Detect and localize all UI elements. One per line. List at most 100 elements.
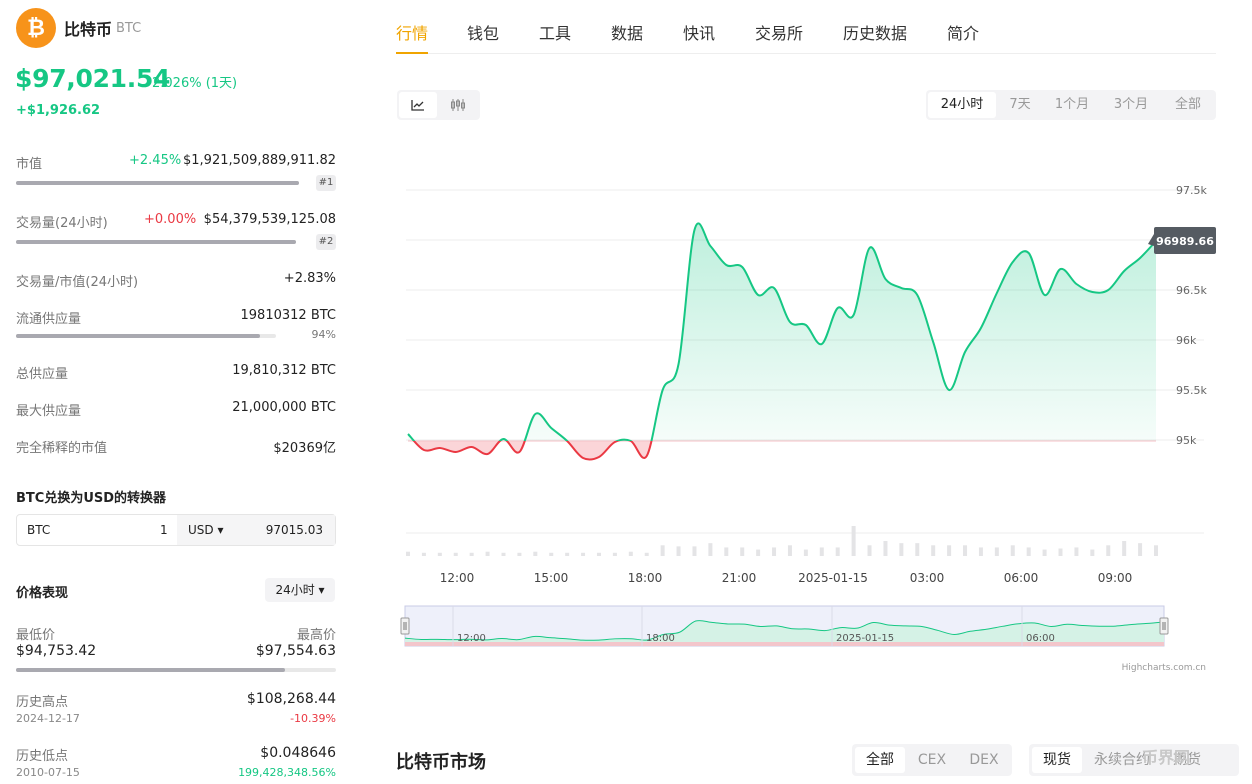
volume-bar bbox=[1106, 545, 1110, 556]
volume-bar bbox=[565, 553, 569, 556]
max-supply-row: 最大供应量 21,000,000 BTC bbox=[16, 400, 336, 420]
volume-bar bbox=[1043, 550, 1047, 556]
volume-bar bbox=[549, 553, 553, 556]
ath-date: 2024-12-17 bbox=[16, 712, 80, 725]
y-tick-label: 96k bbox=[1176, 334, 1197, 347]
circulating-supply-row: 流通供应量 19810312 BTC bbox=[16, 308, 336, 328]
performance-range-dropdown[interactable]: 24小时 ▾ bbox=[265, 578, 335, 602]
total-supply-value: 19,810,312 BTC bbox=[232, 363, 336, 378]
performance-title: 价格表现 bbox=[16, 582, 68, 601]
volume-change: +0.00% bbox=[144, 212, 196, 227]
volume-bar bbox=[852, 526, 856, 556]
scope-dex[interactable]: DEX bbox=[959, 747, 1009, 773]
market-cap-label: 市值 bbox=[16, 153, 42, 172]
volume-bar bbox=[724, 547, 728, 556]
atl-date: 2010-07-15 bbox=[16, 766, 80, 779]
vol-mcap-row: 交易量/市值(24小时) +2.83% bbox=[16, 271, 336, 291]
chart-type-toggle bbox=[397, 90, 480, 120]
volume-bar bbox=[661, 545, 665, 556]
site-watermark: 币界网 bbox=[1142, 744, 1190, 768]
volume-bar bbox=[756, 550, 760, 556]
tab-news[interactable]: 快讯 bbox=[683, 20, 715, 44]
market-type-toggle: 现货 永续合约 期货 bbox=[1029, 744, 1239, 776]
range-7d[interactable]: 7天 bbox=[1000, 92, 1040, 118]
volume-bar bbox=[931, 545, 935, 556]
fdv-label: 完全稀释的市值 bbox=[16, 437, 107, 456]
high-price-label: 最高价 bbox=[297, 624, 336, 643]
max-supply-value: 21,000,000 BTC bbox=[232, 400, 336, 415]
market-cap-bar bbox=[16, 181, 299, 185]
type-spot[interactable]: 现货 bbox=[1032, 747, 1082, 773]
volume-bar bbox=[677, 546, 681, 556]
tab-tools[interactable]: 工具 bbox=[539, 20, 571, 44]
volume-bar bbox=[1154, 545, 1158, 556]
volume-row: 交易量(24小时) +0.00% $54,379,539,125.08 bbox=[16, 212, 336, 232]
volume-bar bbox=[1027, 547, 1031, 556]
converter-currency-select[interactable]: USD ▾ bbox=[188, 523, 223, 537]
tab-exchanges[interactable]: 交易所 bbox=[755, 20, 803, 44]
y-tick-label: 95k bbox=[1176, 434, 1197, 447]
volume-bar bbox=[438, 553, 442, 556]
total-supply-row: 总供应量 19,810,312 BTC bbox=[16, 363, 336, 383]
scope-all[interactable]: 全部 bbox=[855, 747, 905, 773]
vol-mcap-value: +2.83% bbox=[284, 271, 336, 286]
volume-label: 交易量(24小时) bbox=[16, 212, 108, 231]
current-price-tag-label: 96989.66 bbox=[1156, 235, 1214, 248]
market-scope-toggle: 全部 CEX DEX bbox=[852, 744, 1012, 776]
tab-intro[interactable]: 简介 bbox=[947, 20, 979, 44]
navigator-label: 06:00 bbox=[1026, 633, 1055, 644]
range-1m[interactable]: 1个月 bbox=[1046, 92, 1098, 118]
volume-bar bbox=[995, 547, 999, 556]
circulating-supply-value: 19810312 BTC bbox=[241, 308, 336, 323]
volume-bar bbox=[533, 552, 537, 556]
volume-rank-badge: #2 bbox=[316, 234, 336, 250]
converter-title: BTC兑换为USD的转换器 bbox=[16, 487, 166, 506]
volume-bar bbox=[1074, 547, 1078, 556]
total-supply-label: 总供应量 bbox=[16, 363, 68, 382]
tab-history[interactable]: 历史数据 bbox=[843, 20, 907, 44]
navigator-handle[interactable] bbox=[401, 618, 409, 634]
price-range-bar bbox=[16, 668, 336, 672]
fdv-row: 完全稀释的市值 $20369亿 bbox=[16, 437, 336, 457]
scope-cex[interactable]: CEX bbox=[907, 747, 957, 773]
high-price-value: $97,554.63 bbox=[256, 643, 336, 659]
converter: BTC 1 USD ▾ 97015.03 bbox=[16, 514, 336, 546]
main-tabs: 行情 钱包 工具 数据 快讯 交易所 历史数据 简介 bbox=[396, 0, 1216, 54]
converter-result: 97015.03 bbox=[266, 523, 323, 537]
volume-bar bbox=[772, 547, 776, 556]
candlestick-icon[interactable] bbox=[439, 92, 477, 118]
volume-bar bbox=[422, 553, 426, 556]
volume-bar bbox=[613, 553, 617, 556]
tab-data[interactable]: 数据 bbox=[611, 20, 643, 44]
converter-from-symbol: BTC bbox=[27, 523, 50, 537]
y-tick-label: 95.5k bbox=[1176, 384, 1207, 397]
time-range-selector: 24小时 7天 1个月 3个月 全部 bbox=[926, 90, 1216, 120]
market-cap-rank-badge: #1 bbox=[316, 175, 336, 191]
volume-bar bbox=[501, 553, 505, 556]
volume-bar bbox=[692, 546, 696, 556]
volume-bar bbox=[836, 547, 840, 556]
coin-info-panel: ₿ 比特币 BTC $97,021.54 2.026% (1天) +$1,926… bbox=[0, 0, 352, 784]
line-chart-icon[interactable] bbox=[399, 92, 437, 118]
range-3m[interactable]: 3个月 bbox=[1104, 92, 1158, 118]
volume-bar bbox=[820, 547, 824, 556]
tab-market[interactable]: 行情 bbox=[396, 20, 428, 44]
circulating-supply-label: 流通供应量 bbox=[16, 308, 81, 327]
low-price-value: $94,753.42 bbox=[16, 643, 96, 659]
coin-name: 比特币 bbox=[64, 16, 112, 40]
converter-amount-input[interactable]: 1 bbox=[160, 523, 168, 537]
market-cap-change: +2.45% bbox=[129, 153, 181, 168]
range-24h[interactable]: 24小时 bbox=[928, 92, 996, 118]
volume-bar bbox=[16, 240, 296, 244]
current-price: $97,021.54 bbox=[15, 64, 170, 93]
circulating-supply-percent: 94% bbox=[312, 328, 336, 341]
navigator-label: 12:00 bbox=[457, 633, 486, 644]
volume-bar bbox=[517, 553, 521, 556]
volume-bar bbox=[1011, 545, 1015, 556]
navigator-handle[interactable] bbox=[1160, 618, 1168, 634]
ath-value: $108,268.44 bbox=[247, 691, 336, 707]
price-chart[interactable]: 95k95.5k96k96.5k97.5k12:0015:0018:0021:0… bbox=[396, 150, 1216, 680]
navigator-label: 2025-01-15 bbox=[836, 633, 894, 644]
range-all[interactable]: 全部 bbox=[1164, 92, 1212, 118]
tab-wallet[interactable]: 钱包 bbox=[467, 20, 499, 44]
